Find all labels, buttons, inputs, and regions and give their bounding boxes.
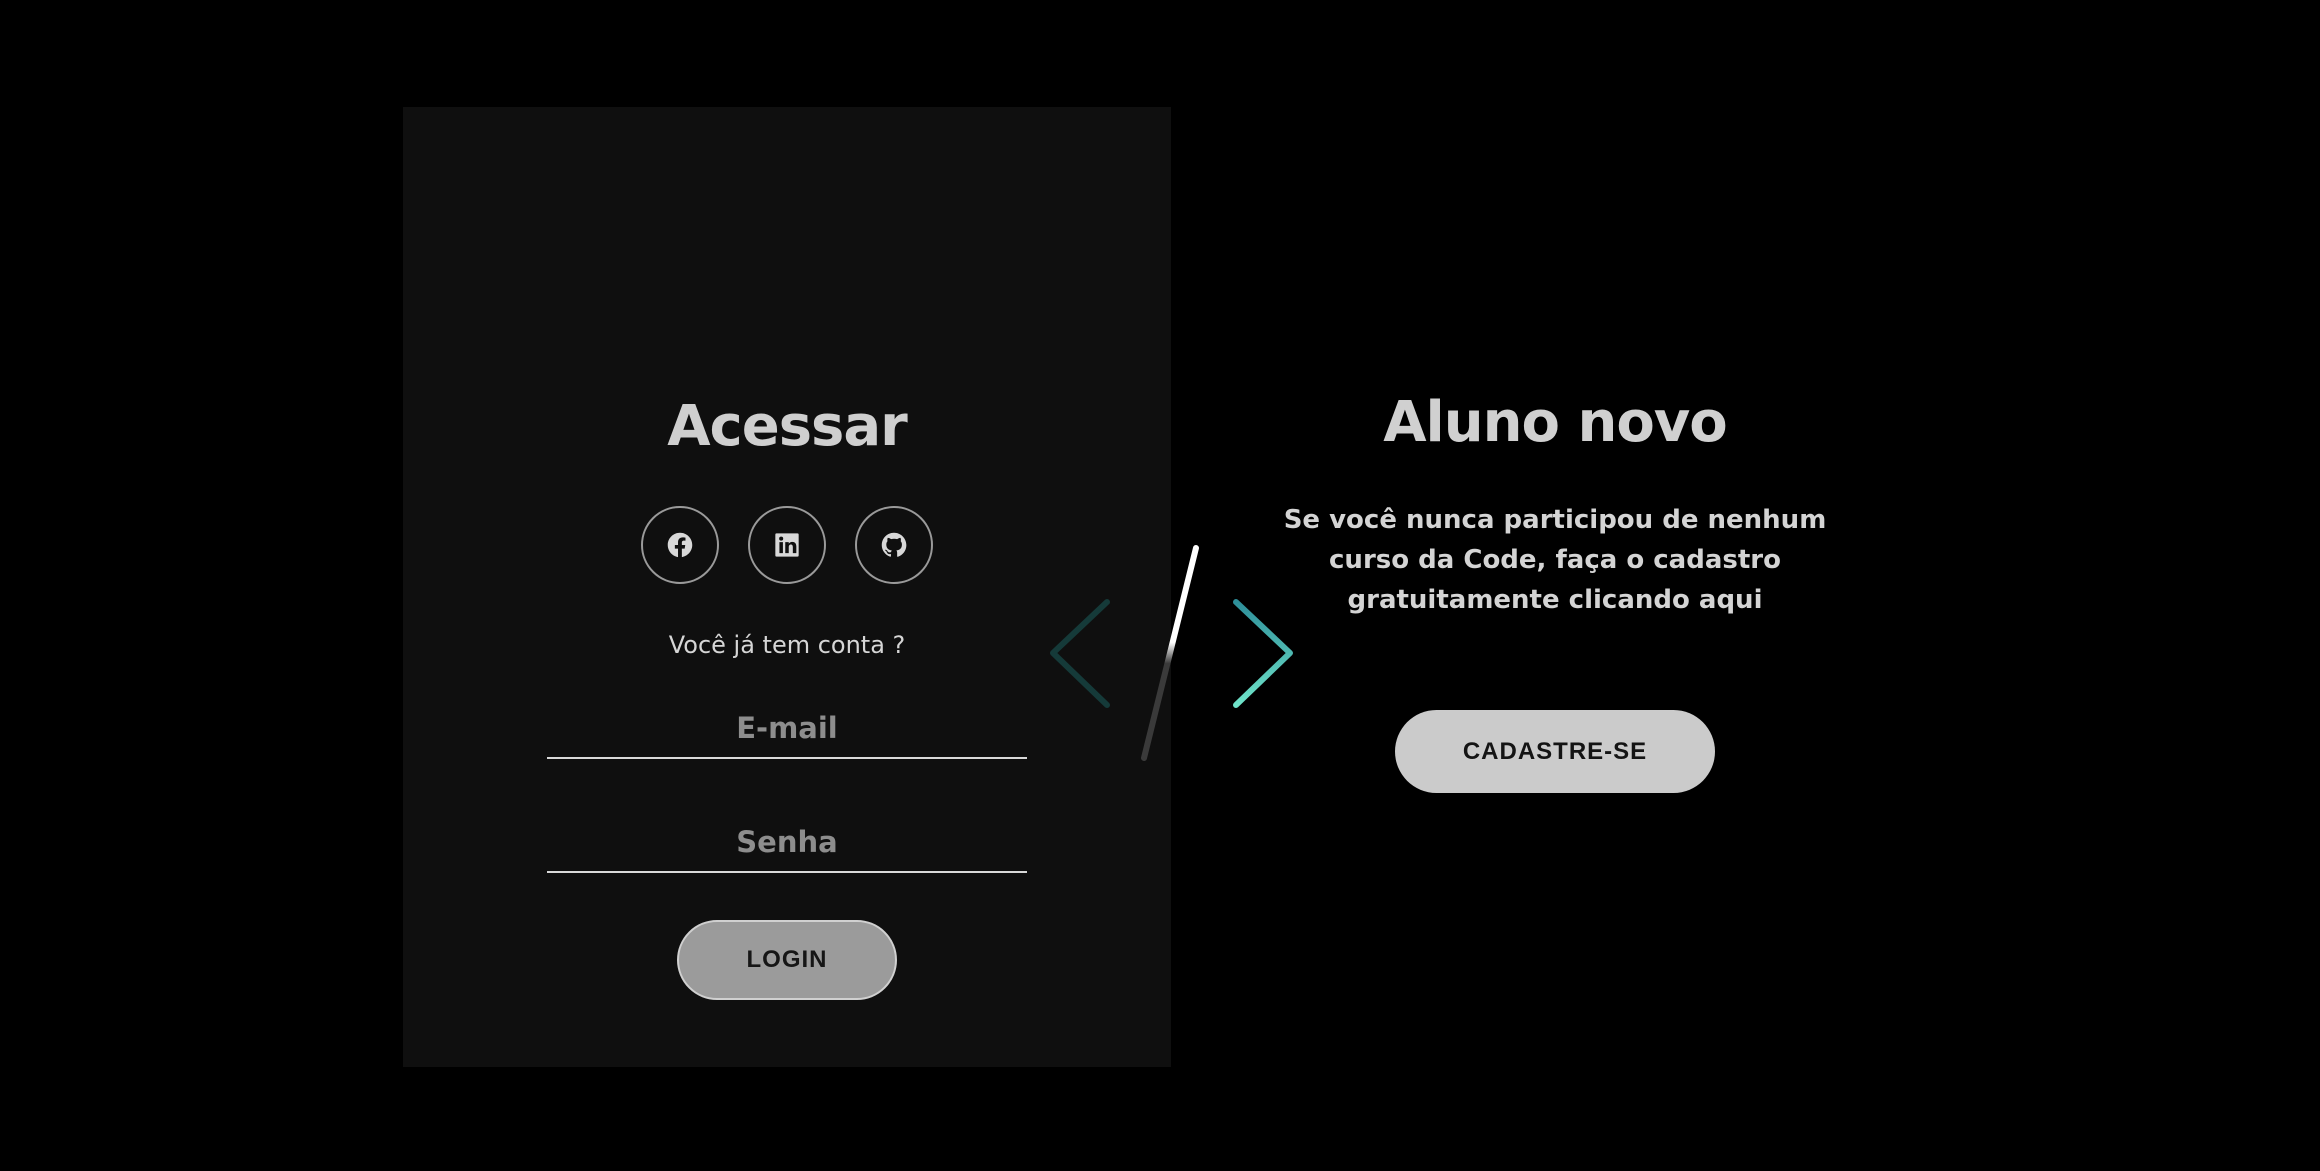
signup-description: Se você nunca participou de nenhum curso… xyxy=(1283,505,1827,615)
password-field[interactable] xyxy=(547,813,1027,873)
facebook-icon xyxy=(667,532,693,558)
linkedin-icon xyxy=(775,533,799,557)
facebook-login-button[interactable] xyxy=(641,506,719,584)
github-icon xyxy=(881,532,907,557)
login-button[interactable]: LOGIN xyxy=(677,920,897,1000)
login-title: Acessar xyxy=(667,394,908,459)
left-chevron-icon xyxy=(1050,599,1110,708)
slash-icon xyxy=(1141,545,1199,761)
signup-title: Aluno novo xyxy=(1383,390,1728,455)
email-field[interactable] xyxy=(547,699,1027,759)
github-login-button[interactable] xyxy=(855,506,933,584)
linkedin-login-button[interactable] xyxy=(748,506,826,584)
page: Acessar Você já tem conta ? LOGIN xyxy=(0,0,2320,1171)
signup-button[interactable]: CADASTRE-SE xyxy=(1395,710,1715,793)
